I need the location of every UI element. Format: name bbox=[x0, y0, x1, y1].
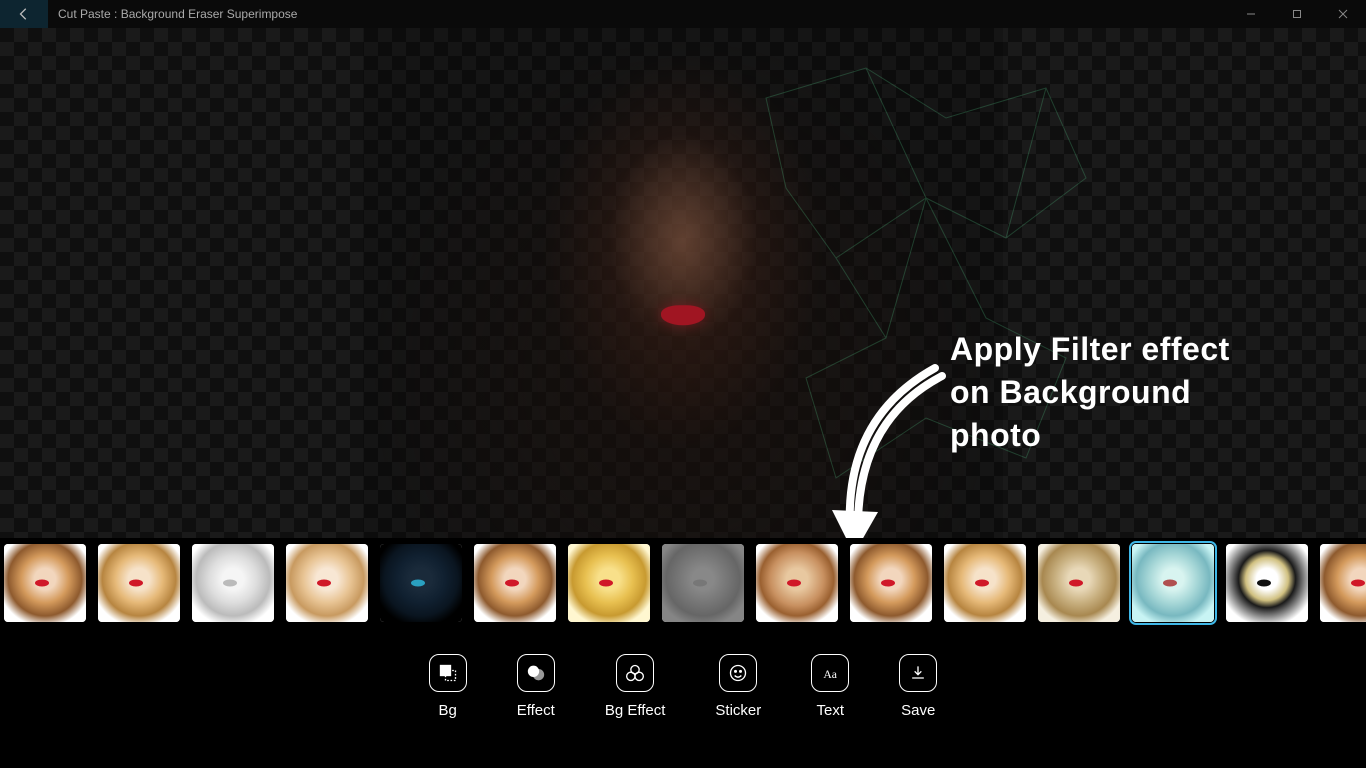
callout-line-3: photo bbox=[950, 414, 1230, 457]
callout-line-1: Apply Filter effect bbox=[950, 328, 1230, 371]
filter-thumb-2[interactable] bbox=[98, 544, 180, 622]
text-label: Text bbox=[817, 702, 845, 719]
filter-thumb-7[interactable] bbox=[568, 544, 650, 622]
filter-thumb-4[interactable] bbox=[286, 544, 368, 622]
close-button[interactable] bbox=[1320, 0, 1366, 28]
titlebar: Cut Paste : Background Eraser Superimpos… bbox=[0, 0, 1366, 28]
filter-thumb-15[interactable] bbox=[1320, 544, 1366, 622]
filter-thumb-9[interactable] bbox=[756, 544, 838, 622]
svg-text:Aa: Aa bbox=[824, 668, 838, 681]
filter-thumb-5[interactable] bbox=[380, 544, 462, 622]
sticker-label: Sticker bbox=[715, 702, 761, 719]
maximize-button[interactable] bbox=[1274, 0, 1320, 28]
filter-thumb-11[interactable] bbox=[944, 544, 1026, 622]
callout-text: Apply Filter effect on Background photo bbox=[950, 328, 1230, 458]
minimize-button[interactable] bbox=[1228, 0, 1274, 28]
bottom-toolbar: Bg Effect Bg Effect Sticker Aa Text Save bbox=[0, 628, 1366, 768]
back-icon[interactable] bbox=[0, 0, 48, 28]
bg-effect-icon bbox=[616, 654, 654, 692]
save-button[interactable]: Save bbox=[899, 654, 937, 719]
filter-thumb-8[interactable] bbox=[662, 544, 744, 622]
callout-arrow-icon bbox=[820, 358, 960, 558]
text-button[interactable]: Aa Text bbox=[811, 654, 849, 719]
filter-thumb-6[interactable] bbox=[474, 544, 556, 622]
bg-effect-label: Bg Effect bbox=[605, 702, 666, 719]
save-label: Save bbox=[901, 702, 935, 719]
effect-icon bbox=[517, 654, 555, 692]
filter-thumb-13[interactable] bbox=[1132, 544, 1214, 622]
filter-thumb-14[interactable] bbox=[1226, 544, 1308, 622]
callout-line-2: on Background bbox=[950, 371, 1230, 414]
window-controls bbox=[1228, 0, 1366, 28]
window-title: Cut Paste : Background Eraser Superimpos… bbox=[48, 7, 297, 21]
sticker-icon bbox=[719, 654, 757, 692]
filter-thumb-3[interactable] bbox=[192, 544, 274, 622]
bg-effect-button[interactable]: Bg Effect bbox=[605, 654, 666, 719]
filter-strip[interactable] bbox=[0, 538, 1366, 628]
bg-icon bbox=[429, 654, 467, 692]
effect-button[interactable]: Effect bbox=[517, 654, 555, 719]
save-icon bbox=[899, 654, 937, 692]
bg-button[interactable]: Bg bbox=[429, 654, 467, 719]
text-icon: Aa bbox=[811, 654, 849, 692]
sticker-button[interactable]: Sticker bbox=[715, 654, 761, 719]
effect-label: Effect bbox=[517, 702, 555, 719]
filter-thumb-10[interactable] bbox=[850, 544, 932, 622]
filter-thumb-12[interactable] bbox=[1038, 544, 1120, 622]
filter-thumb-1[interactable] bbox=[4, 544, 86, 622]
bg-label: Bg bbox=[439, 702, 457, 719]
